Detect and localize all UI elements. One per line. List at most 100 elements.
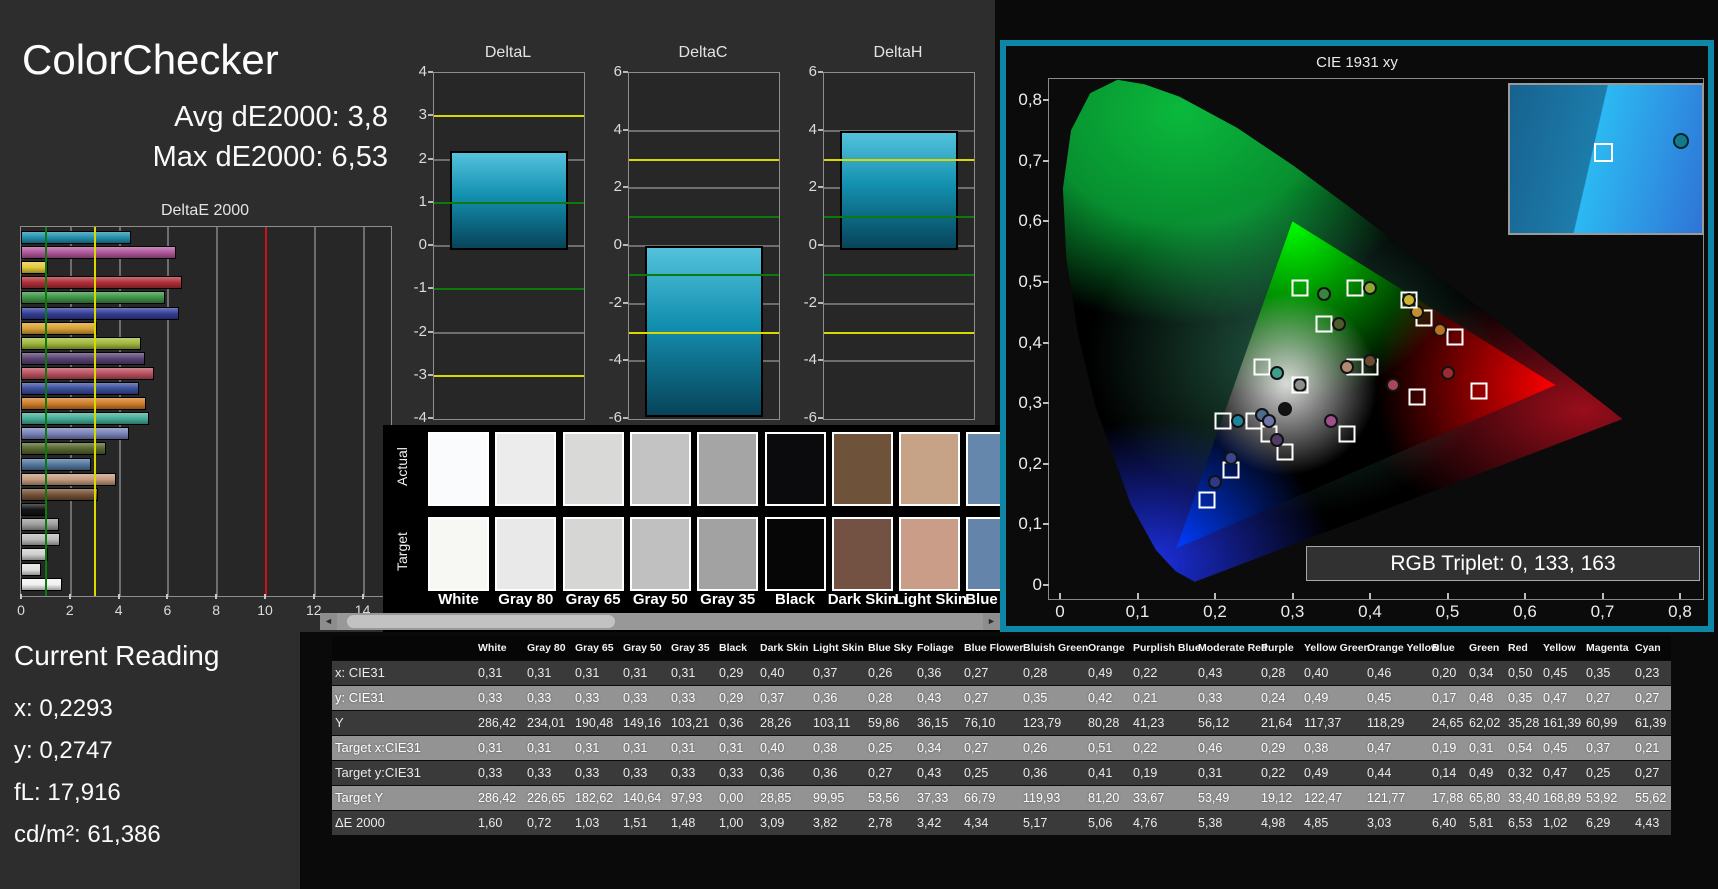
swatch-actual-white[interactable] [428, 432, 489, 506]
cell-magenta-target-x-cie31: 0,37 [1586, 741, 1611, 755]
cell-gray-80-target-y: 226,65 [527, 791, 566, 805]
cell-bluish-green-target-x-cie31: 0,26 [1023, 741, 1048, 755]
swatch-actual-blue-sky[interactable] [966, 432, 1000, 506]
cell-blue-x-cie31: 0,20 [1432, 666, 1457, 680]
swatch-actual-gray-50[interactable] [629, 432, 691, 506]
column-header-blue-flower: Blue Flower [964, 642, 1024, 654]
cell-purplish-blue-target-y: 33,67 [1133, 791, 1165, 805]
de-gridline [313, 227, 316, 596]
scrollbar-thumb[interactable] [347, 615, 615, 628]
cie-y-tick [1043, 462, 1049, 465]
cell-white-y-cie31: 0,33 [478, 691, 503, 705]
cie-measured-marker-yellow [1401, 293, 1416, 308]
column-header-magenta: Magenta [1586, 642, 1629, 654]
vc-reference-line [434, 115, 584, 118]
row-label-x-cie31: x: CIE31 [335, 665, 385, 680]
table-corner-cell [332, 636, 475, 660]
cie-target-marker-green [1291, 279, 1309, 297]
cell-light-skin-target-y-cie31: 0,36 [813, 766, 838, 780]
swatch-target-gray-50[interactable] [629, 517, 691, 591]
cie-measured-marker-yellow-green [1363, 281, 1377, 296]
vc-axis-label: -2 [608, 293, 622, 311]
actual-row-label: Actual [394, 447, 410, 487]
cell-black-target-y: 0,00 [719, 791, 744, 805]
de-axis-tick [215, 594, 218, 599]
vc-axis-label: 4 [808, 120, 817, 138]
swatch-actual-black[interactable] [764, 432, 826, 506]
cell-blue-flower-y-cie31: 0,27 [964, 691, 989, 705]
cell-green-x-cie31: 0,34 [1469, 666, 1494, 680]
delta-e-bar-white [21, 578, 63, 592]
delta-e-chart-title: DeltaE 2000 [160, 202, 250, 219]
colorchecker-report-window: ColorChecker Avg dE2000: 3,8 Max dE2000:… [0, 0, 1718, 889]
scroll-right-arrow-icon[interactable]: ► [983, 613, 1000, 630]
cie-x-tick-label: 0,7 [1590, 602, 1615, 621]
de-yellow-reference-line [94, 227, 97, 596]
delta-gauge-bar-deltal [450, 150, 568, 250]
cie-x-tick-label: 0,1 [1125, 602, 1150, 621]
swatch-label-white: White [438, 591, 479, 608]
cie-x-tick-label: 0,2 [1203, 602, 1227, 621]
cell-magenta-y-cie31: 0,27 [1586, 691, 1611, 705]
cell-black-y: 0,36 [719, 716, 744, 730]
cie-measured-marker-blue-flower [1262, 414, 1277, 429]
cell-yellow-target-x-cie31: 0,45 [1543, 741, 1568, 755]
cell-purplish-blue--e-2000: 4,76 [1133, 816, 1158, 830]
swatch-actual-gray-35[interactable] [697, 432, 759, 506]
cell-orange-x-cie31: 0,49 [1088, 666, 1113, 680]
swatch-target-white[interactable] [428, 517, 489, 591]
cell-moderate-red-y-cie31: 0,33 [1198, 691, 1223, 705]
cie-x-tick-label: 0,5 [1435, 602, 1460, 621]
cie-target-marker-moderate-red [1408, 388, 1425, 406]
vc-axis-label: -4 [803, 351, 817, 369]
vc-reference-line [434, 374, 584, 377]
vc-reference-line [824, 273, 974, 276]
cell-dark-skin-y: 28,26 [760, 716, 792, 730]
swatch-actual-gray-65[interactable] [562, 432, 624, 506]
swatch-actual-light-skin[interactable] [899, 432, 961, 506]
vc-axis-label: 6 [808, 63, 817, 80]
table-row--e-2000: ΔE 2000 1,60 0,72 1,03 1,51 1,48 1,00 3,09 3,82 2… [332, 811, 1671, 835]
cie-measured-marker-blue [1208, 474, 1222, 489]
swatch-target-dark-skin[interactable] [831, 517, 893, 591]
row-label--e-2000: ΔE 2000 [335, 815, 385, 830]
cell-red--e-2000: 6,53 [1508, 816, 1533, 830]
cell-gray-35-target-y-cie31: 0,33 [671, 766, 696, 780]
swatch-scrollbar[interactable]: ◄ ► [320, 613, 1000, 630]
cie-measured-marker-orange [1432, 323, 1447, 338]
cell-magenta--e-2000: 6,29 [1586, 816, 1611, 830]
cell-blue-y: 24,65 [1432, 716, 1464, 730]
cell-blue-sky--e-2000: 2,78 [868, 816, 893, 830]
cie-y-tick [1043, 523, 1049, 526]
cell-gray-65-y: 190,48 [575, 716, 614, 730]
cell-red-target-y: 33,40 [1508, 791, 1540, 805]
scroll-left-arrow-icon[interactable]: ◄ [320, 613, 337, 630]
swatch-actual-dark-skin[interactable] [831, 432, 893, 506]
cie-measured-marker-bluish-green [1270, 365, 1284, 380]
cell-light-skin-target-x-cie31: 0,38 [813, 741, 838, 755]
cell-red-y: 35,28 [1508, 716, 1540, 730]
cell-gray-65-target-y: 182,62 [575, 791, 614, 805]
cell-gray-65-x-cie31: 0,31 [575, 666, 600, 680]
vc-axis-label: -6 [803, 409, 817, 426]
swatch-target-blue-sky[interactable] [966, 517, 1000, 591]
cell-orange-y-cie31: 0,42 [1088, 691, 1113, 705]
swatch-actual-gray-80[interactable] [495, 432, 557, 506]
swatch-label-black: Black [774, 591, 816, 608]
cell-purple-target-y: 19,12 [1261, 791, 1293, 805]
cell-gray-65--e-2000: 1,03 [575, 816, 600, 830]
swatch-target-gray-80[interactable] [495, 517, 557, 591]
swatch-target-gray-35[interactable] [697, 517, 759, 591]
scrollbar-track[interactable] [337, 613, 983, 630]
swatch-target-black[interactable] [764, 517, 826, 591]
current-reading-fl: fL: 17,916 [14, 779, 121, 806]
cell-white-target-y-cie31: 0,33 [478, 766, 503, 780]
cell-gray-80-target-x-cie31: 0,31 [527, 741, 552, 755]
swatch-target-light-skin[interactable] [899, 517, 961, 591]
swatch-target-gray-65[interactable] [562, 517, 624, 591]
cie-x-tick [1369, 593, 1371, 599]
vc-reference-line [629, 216, 779, 219]
delta-e-bar-cyan [21, 231, 132, 244]
cell-purplish-blue-y: 41,23 [1133, 716, 1165, 730]
cie-target-marker-blue [1198, 491, 1216, 509]
